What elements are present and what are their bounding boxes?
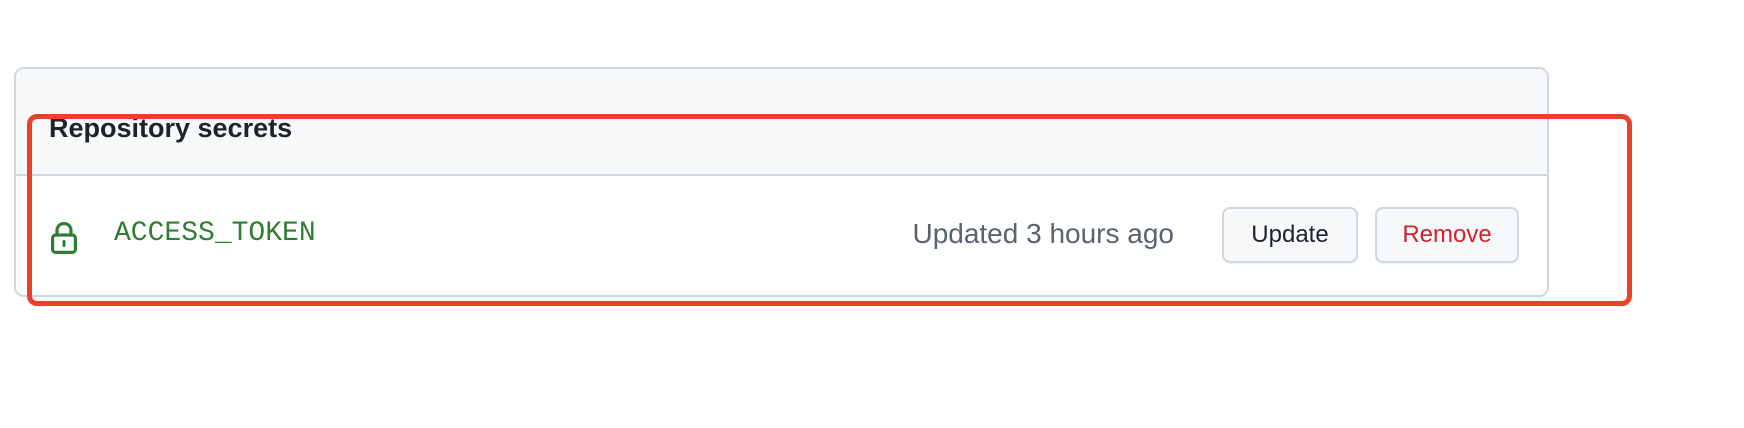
remove-secret-button[interactable]: Remove — [1375, 207, 1519, 263]
update-secret-button[interactable]: Update — [1222, 207, 1358, 263]
secrets-panel-header: Repository secrets — [16, 69, 1547, 176]
secret-updated-time: Updated 3 hours ago — [912, 218, 1174, 249]
secret-name: ACCESS_TOKEN — [114, 218, 316, 249]
lock-icon — [50, 221, 77, 254]
secrets-panel-title: Repository secrets — [49, 113, 293, 143]
secret-row: ACCESS_TOKEN Updated 3 hours ago Update … — [16, 176, 1547, 295]
repository-secrets-panel: Repository secrets ACCESS_TOKEN Updated … — [14, 67, 1549, 297]
page-stage: Repository secrets ACCESS_TOKEN Updated … — [0, 0, 1744, 428]
